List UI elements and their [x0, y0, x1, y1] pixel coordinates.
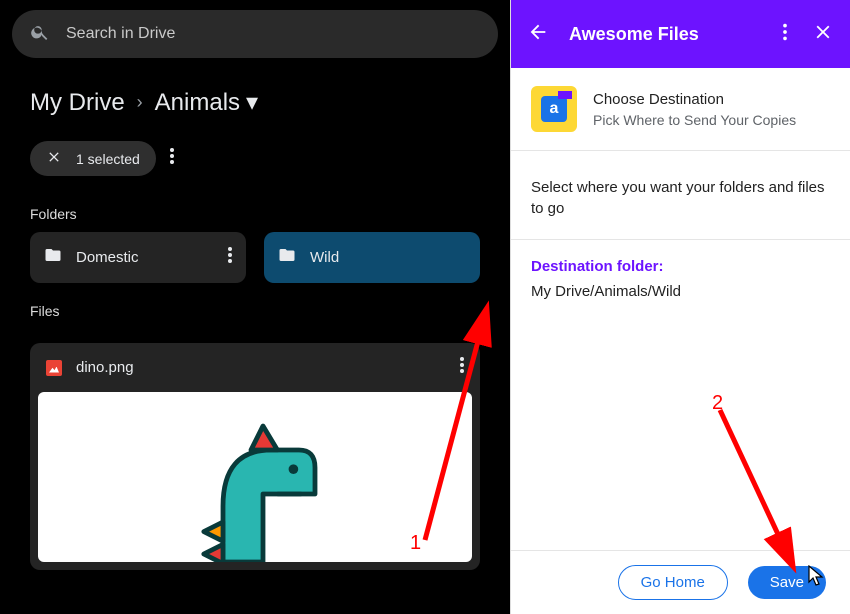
caret-down-icon: ▾: [246, 88, 258, 117]
search-icon: [30, 22, 50, 47]
selection-pill[interactable]: 1 selected: [30, 141, 156, 176]
file-name: dino.png: [76, 359, 134, 376]
panel-description: Select where you want your folders and f…: [511, 151, 850, 240]
search-bar[interactable]: Search in Drive: [12, 10, 498, 58]
close-icon[interactable]: [46, 149, 62, 168]
folder-icon: [278, 246, 296, 269]
folder-icon: [44, 246, 62, 269]
annotation-label-2: 2: [712, 392, 723, 415]
annotation-label-1: 1: [410, 532, 421, 555]
breadcrumb-root[interactable]: My Drive: [30, 89, 125, 117]
file-preview: [38, 392, 472, 562]
panel-close-button[interactable]: [812, 21, 834, 48]
folder-more-button[interactable]: [228, 247, 232, 268]
image-icon: [46, 360, 62, 376]
destination-folder-label: Destination folder:: [531, 258, 830, 275]
chevron-right-icon: ›: [137, 92, 143, 113]
side-panel: Awesome Files a Choose Destination Pick …: [510, 0, 850, 614]
folder-card-wild[interactable]: Wild: [264, 232, 480, 283]
folder-name: Wild: [310, 249, 339, 266]
panel-actions: Go Home Save: [511, 550, 850, 614]
destination-subtitle: Pick Where to Send Your Copies: [593, 112, 796, 128]
file-more-button[interactable]: [460, 357, 464, 378]
files-label: Files: [0, 283, 510, 329]
panel-menu-button[interactable]: [774, 21, 796, 48]
panel-title: Awesome Files: [569, 24, 758, 45]
cursor-icon: [806, 565, 826, 592]
folders-label: Folders: [0, 186, 510, 232]
folder-name: Domestic: [76, 249, 139, 266]
go-home-button[interactable]: Go Home: [618, 565, 728, 600]
destination-title: Choose Destination: [593, 91, 796, 108]
selection-count: 1 selected: [76, 151, 140, 167]
search-placeholder: Search in Drive: [66, 25, 175, 43]
destination-folder-path: My Drive/Animals/Wild: [531, 283, 830, 300]
back-button[interactable]: [527, 21, 549, 48]
app-logo: a: [531, 86, 577, 132]
breadcrumb-current[interactable]: Animals ▾: [155, 88, 258, 117]
panel-header: Awesome Files: [511, 0, 850, 68]
more-actions-button[interactable]: [170, 148, 174, 169]
drive-pane: Search in Drive My Drive › Animals ▾ 1 s…: [0, 0, 510, 614]
folder-card-domestic[interactable]: Domestic: [30, 232, 246, 283]
destination-block: a Choose Destination Pick Where to Send …: [511, 68, 850, 151]
breadcrumb: My Drive › Animals ▾: [0, 66, 510, 125]
